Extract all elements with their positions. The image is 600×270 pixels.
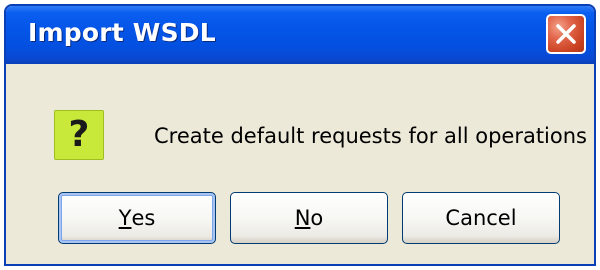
no-mnemonic: N bbox=[294, 206, 311, 230]
question-icon: ? bbox=[54, 110, 104, 160]
close-icon bbox=[556, 24, 576, 44]
yes-mnemonic: Y bbox=[118, 206, 132, 230]
yes-button[interactable]: Yes bbox=[58, 192, 216, 244]
title-bar[interactable]: Import WSDL bbox=[6, 6, 594, 64]
no-button[interactable]: No bbox=[230, 192, 388, 244]
cancel-button[interactable]: Cancel bbox=[402, 192, 560, 244]
dialog-message: Create default requests for all operatio… bbox=[154, 124, 587, 148]
cancel-label: Cancel bbox=[445, 206, 517, 230]
close-button[interactable] bbox=[546, 14, 586, 54]
no-label-rest: o bbox=[310, 206, 324, 230]
yes-label-rest: es bbox=[131, 206, 156, 230]
dialog-title: Import WSDL bbox=[28, 18, 216, 47]
import-wsdl-dialog: Import WSDL ? Create default requests fo… bbox=[4, 4, 596, 266]
question-glyph: ? bbox=[68, 114, 90, 155]
